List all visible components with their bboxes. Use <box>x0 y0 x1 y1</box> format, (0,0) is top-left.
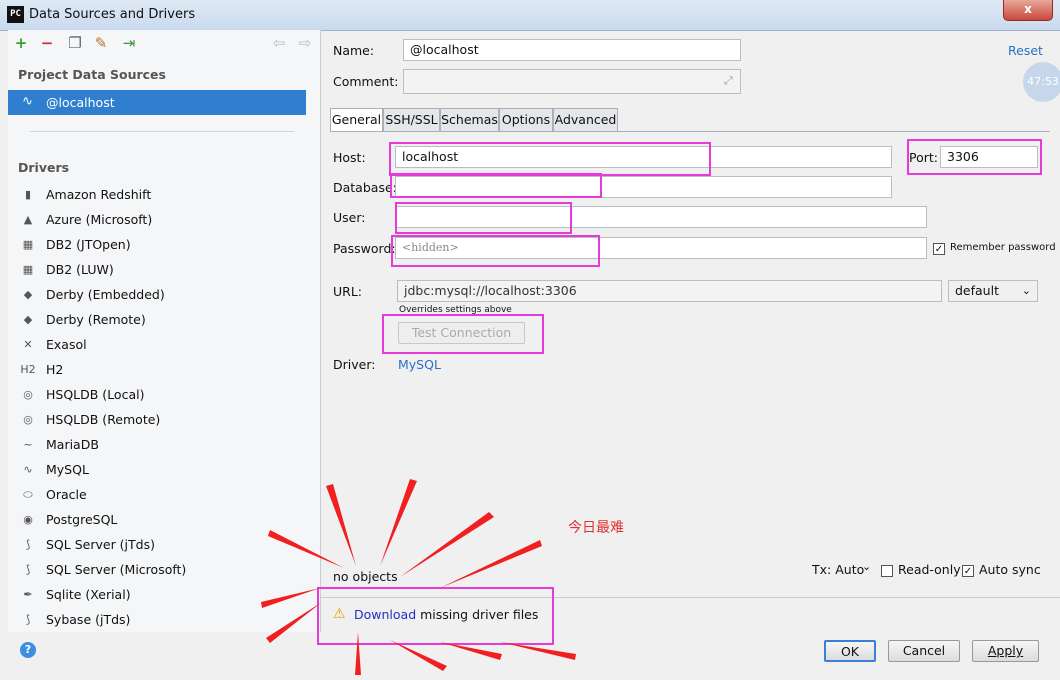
red-arrow <box>400 512 494 577</box>
red-arrow <box>380 479 417 566</box>
red-arrow <box>500 642 576 660</box>
red-arrows-annotation <box>261 479 576 675</box>
red-arrow <box>266 602 322 643</box>
red-arrow <box>355 632 361 675</box>
red-arrow <box>440 540 542 588</box>
red-arrow <box>390 640 447 671</box>
red-arrow <box>261 588 320 608</box>
red-arrow <box>440 642 502 660</box>
red-arrow <box>326 484 356 566</box>
red-arrow <box>268 530 344 568</box>
